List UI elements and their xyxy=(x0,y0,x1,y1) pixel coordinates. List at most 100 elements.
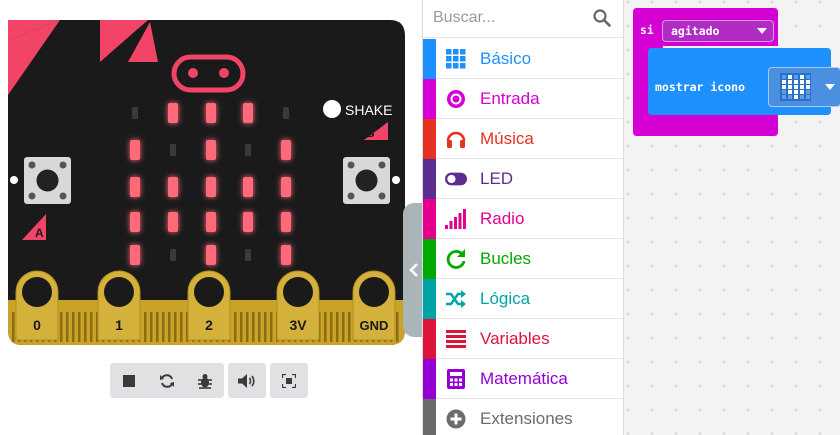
category-bucles[interactable]: Bucles xyxy=(423,238,623,279)
toggle-icon xyxy=(445,168,467,190)
fullscreen-button[interactable] xyxy=(270,363,308,398)
led-3-3 xyxy=(243,212,253,232)
category-extensiones[interactable]: Extensiones xyxy=(423,399,623,435)
plus-circle-icon xyxy=(445,408,467,430)
category-label: LED xyxy=(480,168,514,188)
search-icon[interactable] xyxy=(593,9,611,27)
led-2-3 xyxy=(243,177,253,197)
icon-pixel-3-3 xyxy=(800,90,804,94)
category-label: Música xyxy=(480,128,534,148)
led-0-4 xyxy=(283,107,289,119)
pin-1[interactable]: 1 xyxy=(97,270,141,341)
blocks-workspace[interactable]: si agitado mostrar icono xyxy=(624,0,840,435)
headphones-icon xyxy=(445,128,467,150)
icon-pixel-2-2 xyxy=(794,85,798,89)
mute-button[interactable] xyxy=(228,363,266,398)
pin-gnd[interactable]: GND xyxy=(352,270,396,341)
show-icon-label: mostrar icono xyxy=(655,80,746,94)
category-radio[interactable]: Radio xyxy=(423,198,623,239)
category-label: Bucles xyxy=(480,248,532,268)
icon-pixel-1-2 xyxy=(794,80,798,84)
restart-button[interactable] xyxy=(148,363,186,398)
led-1-3 xyxy=(245,144,251,156)
button-b[interactable] xyxy=(343,157,390,204)
pin-2[interactable]: 2 xyxy=(187,270,231,341)
event-keyword: si xyxy=(640,23,654,37)
category-label: Matemática xyxy=(480,368,568,388)
simulator-audio-controls xyxy=(228,363,266,398)
chevron-left-icon xyxy=(409,263,418,277)
led-4-4 xyxy=(281,245,291,265)
led-3-4 xyxy=(281,212,291,232)
category-label: Entrada xyxy=(480,88,540,108)
pin-label: 1 xyxy=(115,317,123,333)
category-variables[interactable]: Variables xyxy=(423,318,623,359)
icon-pixel-0-4 xyxy=(806,75,810,79)
led-1-0 xyxy=(130,140,140,160)
led-4-2 xyxy=(206,245,216,265)
pin-3v[interactable]: 3V xyxy=(276,270,320,341)
led-3-0 xyxy=(130,212,140,232)
show-icon-block[interactable]: mostrar icono xyxy=(648,48,840,120)
led-4-3 xyxy=(245,249,251,261)
refresh-icon xyxy=(445,248,467,270)
debug-button[interactable] xyxy=(186,363,224,398)
pin-label: GND xyxy=(360,318,389,333)
simulator-view-controls xyxy=(270,363,308,398)
icon-pixel-1-0 xyxy=(782,80,786,84)
chevron-down-icon xyxy=(825,84,835,90)
shake-button[interactable] xyxy=(323,100,341,118)
gesture-dropdown[interactable]: agitado xyxy=(662,20,774,42)
button-a-label: A xyxy=(35,226,44,240)
led-4-0 xyxy=(130,245,140,265)
microbit-board: SHAKE B A 0 1 2 3V GND xyxy=(8,20,405,345)
led-2-0 xyxy=(130,177,140,197)
icon-pixel-1-3 xyxy=(800,80,804,84)
led-1-4 xyxy=(281,140,291,160)
icon-pixel-4-4 xyxy=(806,95,810,99)
category-musica[interactable]: Música xyxy=(423,118,623,159)
icon-pixel-1-1 xyxy=(788,80,792,84)
button-a[interactable] xyxy=(24,157,71,204)
on-gesture-block[interactable]: si agitado mostrar icono xyxy=(633,8,840,141)
icon-pixel-2-1 xyxy=(788,85,792,89)
calculator-icon xyxy=(445,368,467,390)
category-label: Radio xyxy=(480,208,525,228)
fullscreen-icon xyxy=(282,373,296,388)
heart-icon xyxy=(780,73,811,101)
category-entrada[interactable]: Entrada xyxy=(423,78,623,119)
icon-picker-dropdown[interactable] xyxy=(768,67,840,107)
led-0-1 xyxy=(168,103,178,123)
led-1-1 xyxy=(170,144,176,156)
category-logica[interactable]: Lógica xyxy=(423,278,623,319)
pin-label: 0 xyxy=(33,317,41,333)
pin-0[interactable]: 0 xyxy=(15,270,59,341)
led-3-1 xyxy=(168,212,178,232)
mute-icon xyxy=(238,373,255,388)
button-b-label: B xyxy=(366,126,375,140)
search-input[interactable] xyxy=(433,4,583,32)
led-2-4 xyxy=(281,177,291,197)
icon-pixel-3-4 xyxy=(806,90,810,94)
simulator-toolbar xyxy=(110,363,308,398)
led-4-1 xyxy=(170,249,176,261)
simulator-main-controls xyxy=(110,363,224,398)
category-basico[interactable]: Básico xyxy=(423,38,623,79)
category-matematica[interactable]: Matemática xyxy=(423,358,623,399)
simulator-panel: SHAKE B A 0 1 2 3V GND xyxy=(0,0,425,435)
category-led[interactable]: LED xyxy=(423,158,623,199)
led-0-3 xyxy=(243,103,253,123)
icon-pixel-2-4 xyxy=(806,85,810,89)
category-label: Lógica xyxy=(480,288,531,308)
app-root: SHAKE B A 0 1 2 3V GND Buscar... Básico … xyxy=(0,0,840,435)
icon-pixel-4-1 xyxy=(788,95,792,99)
stop-button[interactable] xyxy=(110,363,148,398)
gesture-value: agitado xyxy=(671,24,720,38)
icon-pixel-4-2 xyxy=(794,95,798,99)
icon-pixel-2-3 xyxy=(800,85,804,89)
led-2-2 xyxy=(206,177,216,197)
led-2-1 xyxy=(168,177,178,197)
icon-pixel-2-0 xyxy=(782,85,786,89)
pin-label: 2 xyxy=(205,317,213,333)
led-3-2 xyxy=(206,212,216,232)
